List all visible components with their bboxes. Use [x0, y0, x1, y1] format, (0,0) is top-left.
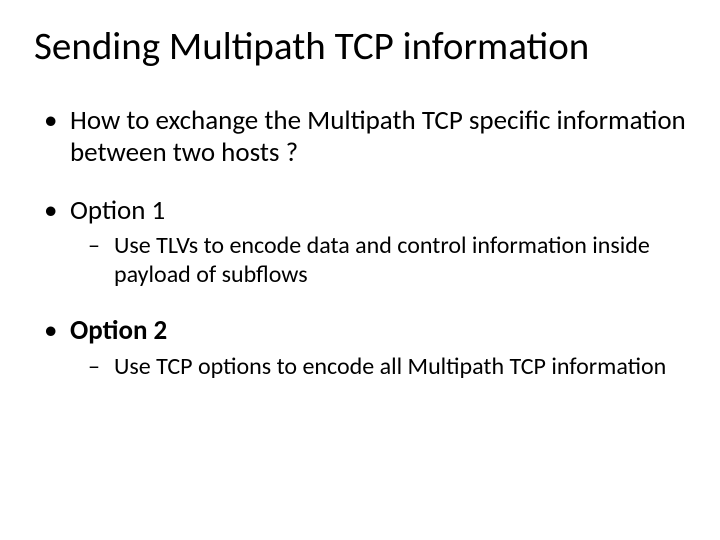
sub-bullet-list: Use TLVs to encode data and control info…	[88, 232, 686, 289]
sub-bullet-text: Use TLVs to encode data and control info…	[114, 231, 650, 288]
sub-bullet-item: Use TLVs to encode data and control info…	[88, 232, 686, 289]
slide-title: Sending Multipath TCP information	[34, 26, 686, 69]
bullet-item: How to exchange the Multipath TCP specif…	[42, 105, 686, 169]
bullet-list: How to exchange the Multipath TCP specif…	[42, 105, 686, 381]
sub-bullet-item: Use TCP options to encode all Multipath …	[88, 353, 686, 381]
bullet-text: How to exchange the Multipath TCP specif…	[70, 104, 686, 169]
bullet-text: Option 2	[70, 314, 167, 347]
bullet-item: Option 1 Use TLVs to encode data and con…	[42, 195, 686, 289]
sub-bullet-text: Use TCP options to encode all Multipath …	[114, 352, 666, 381]
bullet-text: Option 1	[70, 194, 165, 227]
slide: Sending Multipath TCP information How to…	[0, 0, 720, 540]
sub-bullet-list: Use TCP options to encode all Multipath …	[88, 353, 686, 381]
bullet-item: Option 2 Use TCP options to encode all M…	[42, 315, 686, 381]
